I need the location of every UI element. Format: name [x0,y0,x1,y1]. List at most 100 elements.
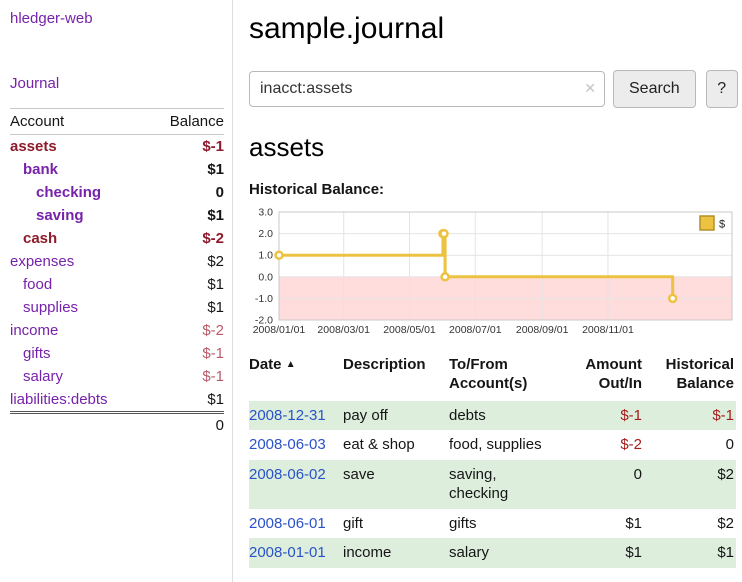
balance-header: Historical Balance [650,356,736,401]
accounts-total-balance: 0 [148,413,224,438]
amount-cell: 0 [577,460,650,509]
account-balance: 0 [148,181,224,204]
date-cell: 2008-06-02 [249,460,343,509]
account-balance: $-1 [148,135,224,159]
accounts-header-row: Account Balance [10,109,224,135]
account-balance: $1 [148,296,224,319]
date-header[interactable]: Date ▲ [249,356,343,401]
search-box: ✕ [249,71,605,107]
search-button[interactable]: Search [613,70,696,108]
account-row-expenses: expenses $2 [10,250,224,273]
description-header: Description [343,356,449,401]
account-balance: $1 [148,388,224,413]
sort-ascending-icon: ▲ [286,359,296,370]
date-cell: 2008-12-31 [249,401,343,431]
account-balance: $1 [148,204,224,227]
description-cell: income [343,538,449,568]
accounts-cell: gifts [449,509,577,539]
account-link-checking[interactable]: checking [10,184,101,201]
account-link-liabilities-debts[interactable]: liabilities:debts [10,391,108,408]
svg-text:2008/07/01: 2008/07/01 [449,324,502,336]
search-bar: ✕ Search ? [249,70,738,108]
app-title-link[interactable]: hledger-web [10,10,93,27]
account-link-supplies[interactable]: supplies [10,299,78,316]
svg-text:2008/09/01: 2008/09/01 [516,324,569,336]
account-balance: $-1 [148,342,224,365]
balance-cell: $1 [650,538,736,568]
date-cell: 2008-06-03 [249,430,343,460]
account-link-cash[interactable]: cash [10,230,57,247]
account-row-bank: bank $1 [10,158,224,181]
account-balance: $-2 [148,319,224,342]
svg-text:2008/11/01: 2008/11/01 [582,324,634,336]
register-row: 2008-06-03 eat & shop food, supplies $-2… [249,430,736,460]
account-link-income[interactable]: income [10,322,58,339]
chart-title: Historical Balance: [249,181,738,198]
svg-text:1.0: 1.0 [258,250,273,262]
transaction-date-link[interactable]: 2008-06-02 [249,466,326,483]
date-header-label: Date [249,356,282,373]
account-link-bank[interactable]: bank [10,161,58,178]
register-row: 2008-06-01 gift gifts $1 $2 [249,509,736,539]
register-table: Date ▲ Description To/From Account(s) Am… [249,356,736,568]
account-row-salary: salary $-1 [10,365,224,388]
amount-cell: $-2 [577,430,650,460]
register-header-row: Date ▲ Description To/From Account(s) Am… [249,356,736,401]
account-row-liabilities-debts: liabilities:debts $1 [10,388,224,413]
balance-cell: 0 [650,430,736,460]
account-link-food[interactable]: food [10,276,52,293]
balance-cell: $2 [650,509,736,539]
journal-link[interactable]: Journal [10,75,224,92]
transaction-date-link[interactable]: 2008-06-03 [249,436,326,453]
transaction-date-link[interactable]: 2008-06-01 [249,515,326,532]
account-link-saving[interactable]: saving [10,207,84,224]
description-cell: gift [343,509,449,539]
account-balance: $2 [148,250,224,273]
register-row: 2008-06-02 save saving, checking 0 $2 [249,460,736,509]
accounts-cell: food, supplies [449,430,577,460]
account-row-supplies: supplies $1 [10,296,224,319]
account-row-cash: cash $-2 [10,227,224,250]
clear-search-icon[interactable]: ✕ [584,81,596,95]
svg-text:2008/03/01: 2008/03/01 [317,324,370,336]
balance-cell: $-1 [650,401,736,431]
svg-text:2008/05/01: 2008/05/01 [383,324,436,336]
balance-cell: $2 [650,460,736,509]
register-row: 2008-01-01 income salary $1 $1 [249,538,736,568]
help-button[interactable]: ? [706,70,738,108]
accounts-header: To/From Account(s) [449,356,577,401]
description-cell: pay off [343,401,449,431]
transaction-date-link[interactable]: 2008-12-31 [249,407,326,424]
description-cell: save [343,460,449,509]
amount-cell: $-1 [577,401,650,431]
account-link-gifts[interactable]: gifts [10,345,51,362]
account-link-expenses[interactable]: expenses [10,253,74,270]
register-row: 2008-12-31 pay off debts $-1 $-1 [249,401,736,431]
accounts-cell: salary [449,538,577,568]
description-cell: eat & shop [343,430,449,460]
amount-cell: $1 [577,538,650,568]
search-input[interactable] [249,71,605,107]
account-link-salary[interactable]: salary [10,368,63,385]
transaction-date-link[interactable]: 2008-01-01 [249,544,326,561]
account-row-assets: assets $-1 [10,135,224,159]
account-row-checking: checking 0 [10,181,224,204]
date-cell: 2008-06-01 [249,509,343,539]
svg-text:2008/01/01: 2008/01/01 [253,324,306,336]
accounts-table: Account Balance assets $-1 bank $1 check… [10,108,224,437]
accounts-header-balance: Balance [148,109,224,135]
svg-text:3.0: 3.0 [258,207,273,219]
account-heading: assets [249,132,738,163]
account-row-gifts: gifts $-1 [10,342,224,365]
sidebar: hledger-web Journal Account Balance asse… [0,0,233,582]
accounts-header-account: Account [10,109,148,135]
svg-text:-1.0: -1.0 [255,293,273,305]
historical-balance-chart: -2.0-1.00.01.02.03.02008/01/012008/03/01… [249,204,738,344]
svg-text:$: $ [719,219,725,231]
main-content: sample.journal ✕ Search ? assets Histori… [233,0,742,582]
amount-header: Amount Out/In [577,356,650,401]
date-cell: 2008-01-01 [249,538,343,568]
svg-text:0.0: 0.0 [258,271,273,283]
account-balance: $-1 [148,365,224,388]
account-link-assets[interactable]: assets [10,138,57,155]
